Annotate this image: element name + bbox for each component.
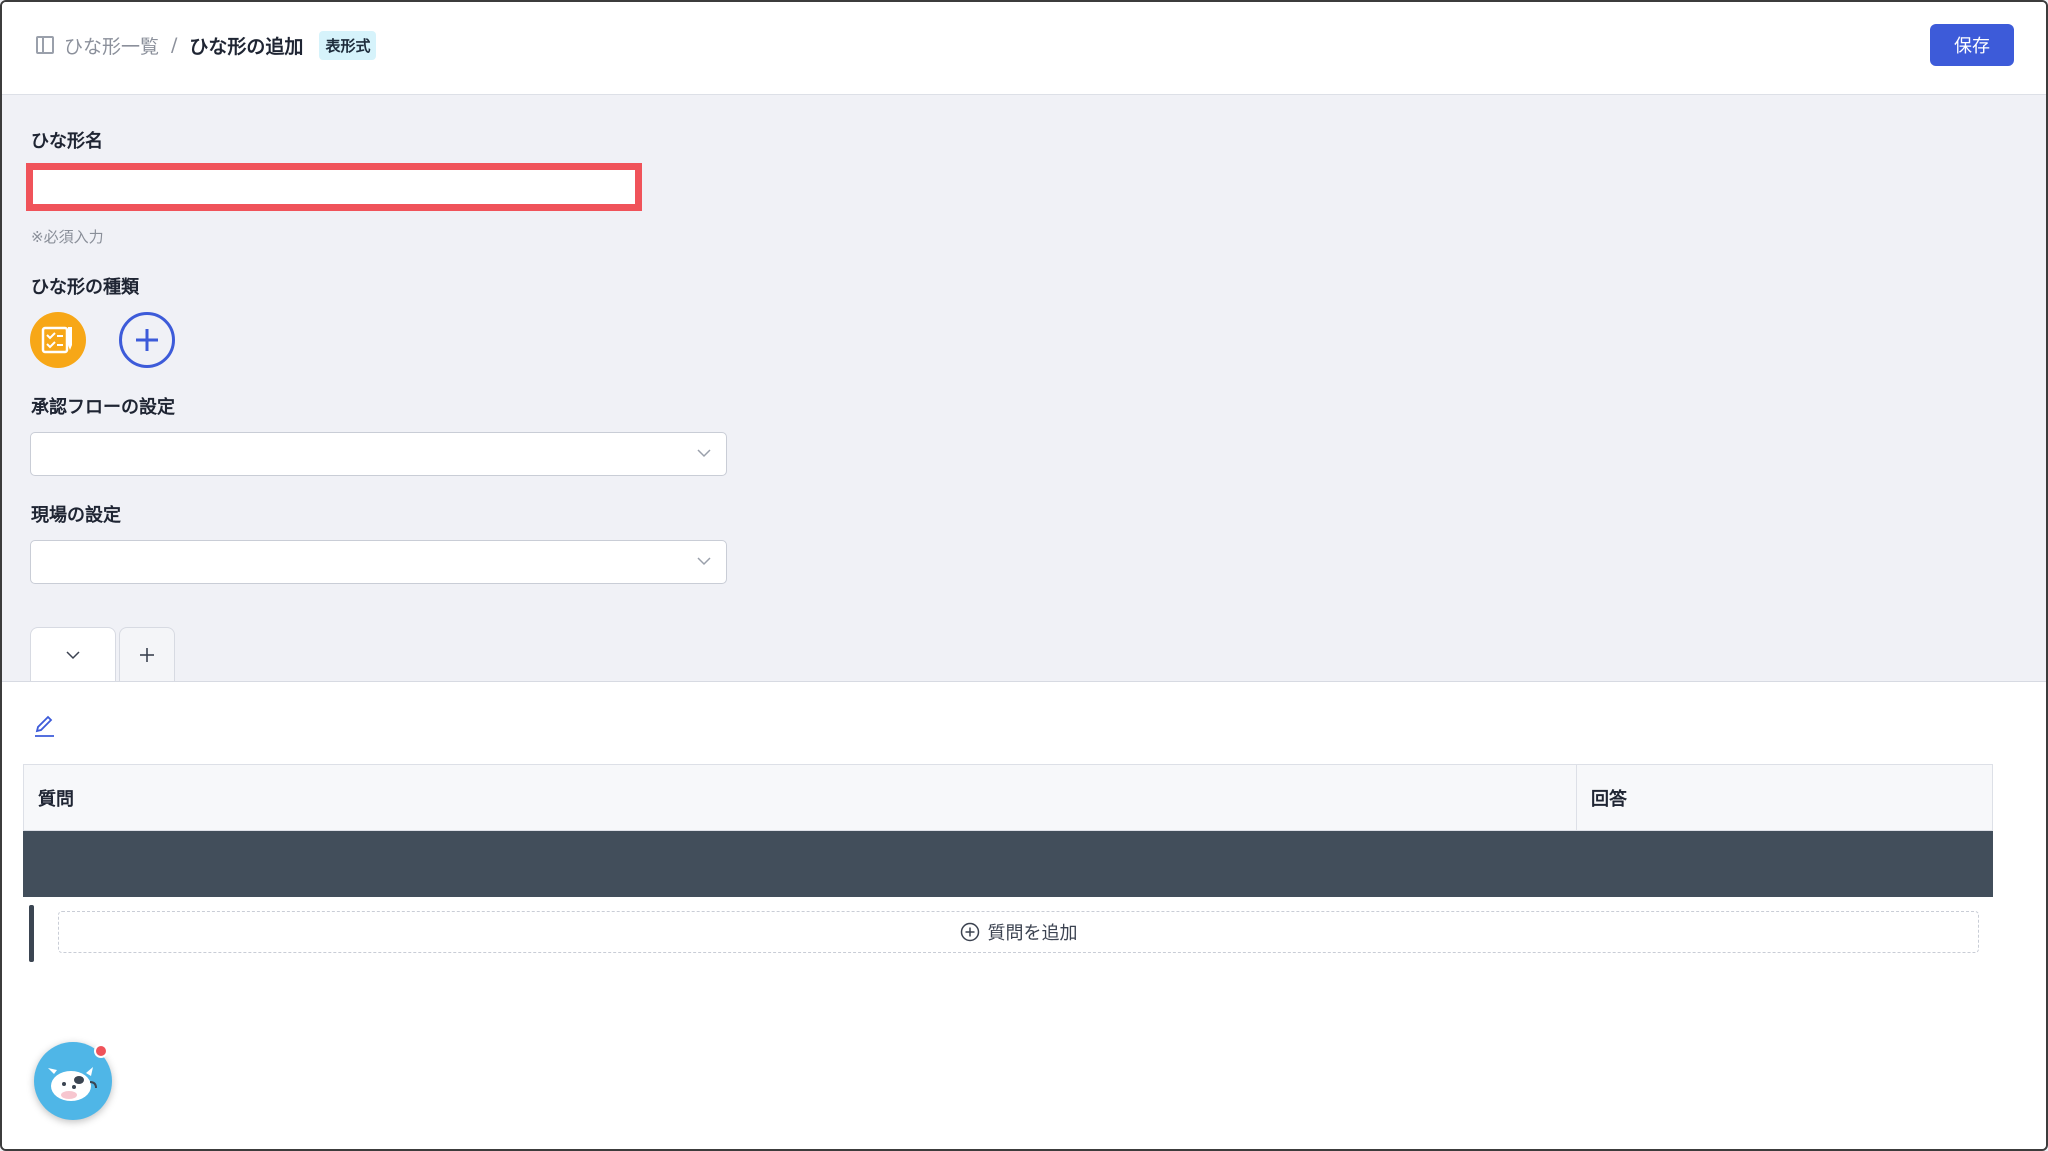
column-header-answer: 回答 [1591,788,1627,810]
sidebar-panel-icon[interactable] [36,36,54,54]
add-question-button[interactable]: 質問を追加 [58,911,1979,953]
breadcrumb: ひな形一覧 / ひな形の追加 表形式 [36,30,377,60]
breadcrumb-template-list-link[interactable]: ひな形一覧 [64,32,159,59]
header: ひな形一覧 / ひな形の追加 表形式 保存 [2,2,2046,95]
format-badge: 表形式 [319,30,377,60]
plus-circle-icon [960,922,979,942]
chevron-down-icon [697,449,711,458]
column-header-question: 質問 [24,765,1577,830]
sheet-tab[interactable] [30,627,116,681]
support-bot-button[interactable] [34,1042,112,1120]
page-title: ひな形の追加 [189,35,304,58]
template-name-label: ひな形名 [31,131,103,152]
site-setting-label: 現場の設定 [31,505,121,526]
checklist-document-icon[interactable] [30,312,86,368]
approval-flow-select[interactable] [30,432,727,476]
site-setting-select[interactable] [30,540,727,584]
chevron-down-icon [697,557,711,566]
section-indicator-bar [29,905,34,962]
add-question-label: 質問を追加 [987,923,1078,944]
add-template-type-button[interactable] [119,312,175,368]
breadcrumb-separator: / [171,34,178,56]
approval-flow-label: 承認フローの設定 [31,397,175,418]
table-header: 質問 回答 [23,764,1993,831]
plus-circle-icon [136,329,158,351]
template-type-label: ひな形の種類 [31,277,139,298]
chevron-down-icon[interactable] [65,647,81,663]
question-table: 質問 回答 質問を追加 [23,764,1993,963]
plus-icon [140,647,154,662]
template-name-field-highlight [26,163,642,211]
app-window: ひな形一覧 / ひな形の追加 表形式 保存 ひな形名 ※必須入力 ひな形の種類 … [0,0,2048,1151]
add-sheet-tab-button[interactable] [119,627,175,681]
sheet-content: 質問 回答 質問を追加 [2,681,2046,1149]
add-question-row: 質問を追加 [23,897,1993,963]
template-name-input[interactable] [33,170,635,204]
notification-dot [94,1044,108,1058]
pencil-icon[interactable] [32,714,56,738]
required-hint: ※必須入力 [31,228,104,246]
section-row[interactable] [23,831,1993,897]
save-button[interactable]: 保存 [1930,24,2014,66]
